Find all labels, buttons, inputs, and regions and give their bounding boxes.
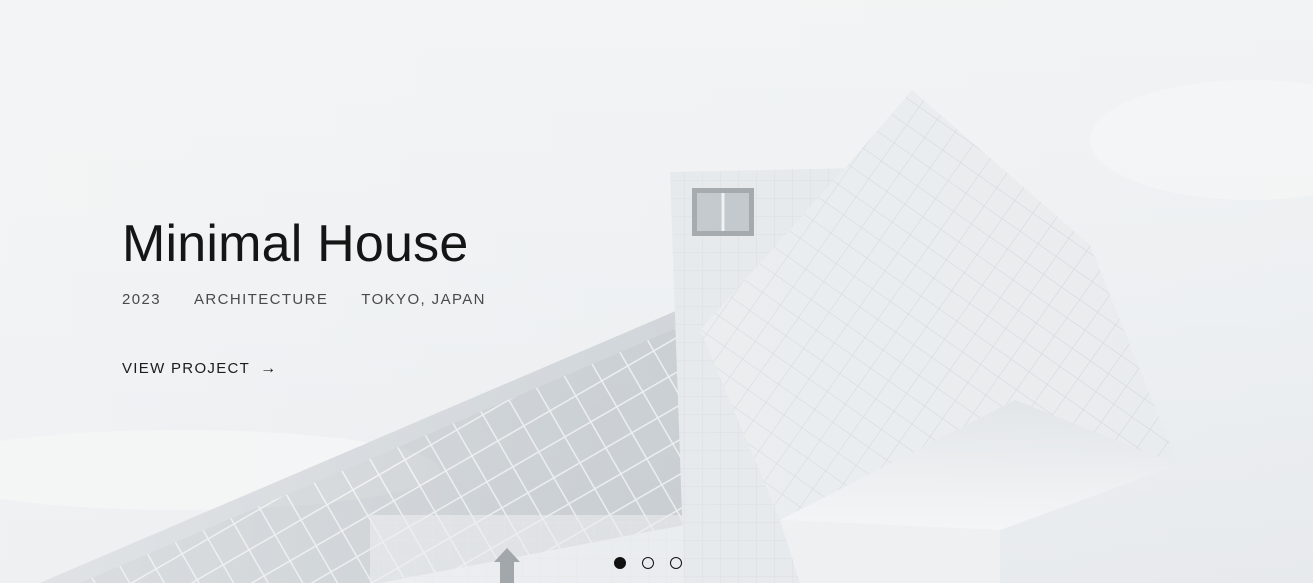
meta-category: ARCHITECTURE xyxy=(193,291,329,308)
view-project-label: VIEW PROJECT xyxy=(122,359,251,377)
hero-slider: Minimal House 2023 ARCHITECTURE TOKYO, J… xyxy=(0,0,1313,583)
meta-year: 2023 xyxy=(122,291,161,308)
arrow-right-icon: → xyxy=(260,360,278,377)
carousel-dot-2[interactable] xyxy=(642,557,654,569)
carousel-pagination xyxy=(614,557,682,569)
slide-content: Minimal House 2023 ARCHITECTURE TOKYO, J… xyxy=(122,212,486,378)
slide-title: Minimal House xyxy=(122,215,469,273)
view-project-link[interactable]: VIEW PROJECT → xyxy=(122,358,277,378)
slide-meta: 2023 ARCHITECTURE TOKYO, JAPAN xyxy=(122,291,486,308)
carousel-dot-1[interactable] xyxy=(614,557,626,569)
meta-location: TOKYO, JAPAN xyxy=(361,291,486,308)
carousel-dot-3[interactable] xyxy=(670,557,682,569)
